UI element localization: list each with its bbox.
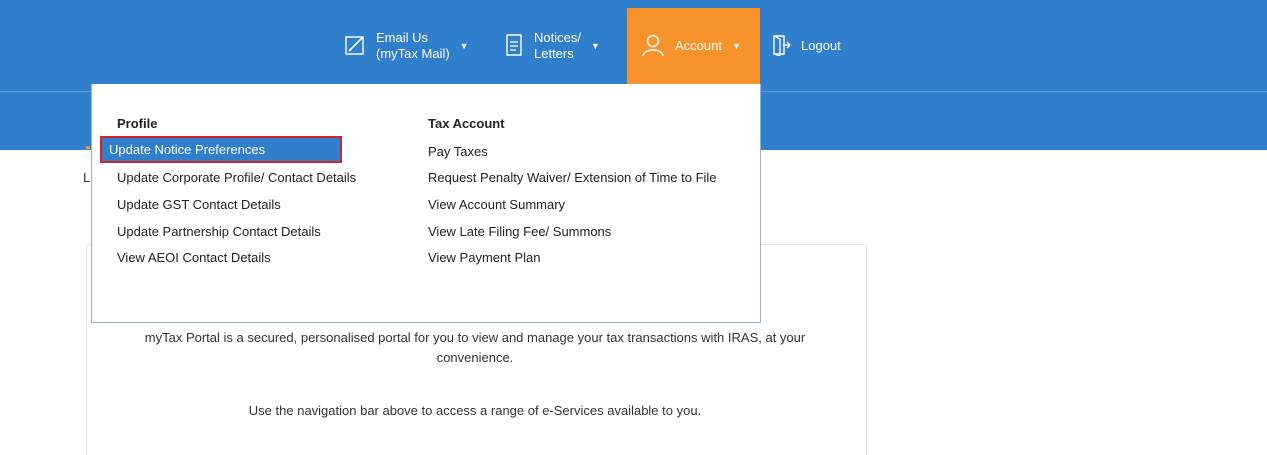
nav-email-line2: (myTax Mail) — [376, 46, 450, 61]
nav-notices-line1: Notices/ — [534, 30, 581, 45]
logout-door-icon — [771, 34, 791, 59]
menu-item-view-late-filing-fee[interactable]: View Late Filing Fee/ Summons — [421, 220, 611, 243]
account-dropdown-menu: Profile Update Notice Preferences Update… — [91, 84, 761, 323]
menu-item-request-penalty-waiver[interactable]: Request Penalty Waiver/ Extension of Tim… — [421, 166, 717, 189]
user-icon — [641, 33, 665, 60]
page: Email Us (myTax Mail) ▼ Notices/ Letters… — [0, 0, 1267, 455]
nav-logout[interactable]: Logout — [771, 8, 871, 84]
breadcrumb-accent — [86, 146, 90, 149]
menu-item-update-corporate-profile[interactable]: Update Corporate Profile/ Contact Detail… — [110, 166, 356, 189]
nav-notices-label: Notices/ Letters — [534, 30, 581, 62]
nav-email-line1: Email Us — [376, 30, 429, 45]
nav-email-label: Email Us (myTax Mail) — [376, 30, 450, 62]
document-icon — [504, 33, 524, 60]
nav-logout-label: Logout — [801, 38, 841, 53]
partial-text: L — [83, 170, 91, 185]
chevron-down-icon: ▼ — [731, 41, 741, 51]
tax-account-heading: Tax Account — [428, 116, 505, 131]
portal-intro-text: myTax Portal is a secured, personalised … — [144, 330, 806, 365]
nav-account-label: Account — [675, 38, 722, 53]
menu-item-view-account-summary[interactable]: View Account Summary — [421, 193, 565, 216]
nav-email-us[interactable]: Email Us (myTax Mail) ▼ — [344, 8, 492, 84]
nav-notices-letters[interactable]: Notices/ Letters ▼ — [494, 8, 626, 84]
menu-item-view-payment-plan[interactable]: View Payment Plan — [421, 246, 541, 269]
menu-item-update-notice-preferences[interactable]: Update Notice Preferences — [100, 136, 342, 163]
menu-item-update-gst-contact[interactable]: Update GST Contact Details — [110, 193, 281, 216]
chevron-down-icon: ▼ — [590, 41, 600, 51]
profile-heading: Profile — [117, 116, 158, 131]
nav-account[interactable]: Account ▼ — [627, 8, 760, 84]
menu-item-update-partnership-contact[interactable]: Update Partnership Contact Details — [110, 220, 321, 243]
menu-item-pay-taxes[interactable]: Pay Taxes — [421, 140, 488, 163]
chevron-down-icon: ▼ — [459, 41, 469, 51]
menu-item-view-aeoi-contact[interactable]: View AEOI Contact Details — [110, 246, 271, 269]
pencil-icon — [344, 34, 366, 59]
nav-notices-line2: Letters — [534, 46, 574, 61]
navigation-hint-text: Use the navigation bar above to access a… — [248, 403, 702, 418]
